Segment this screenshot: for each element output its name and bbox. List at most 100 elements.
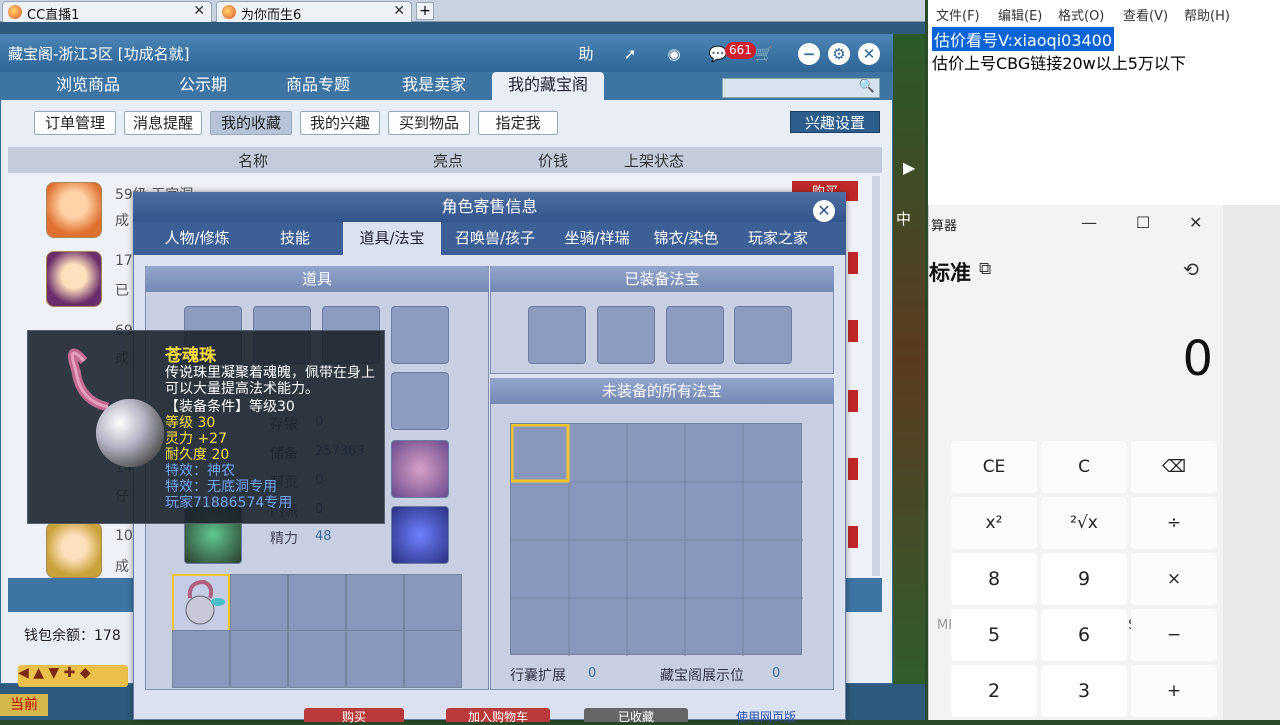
key-2[interactable]: 2: [951, 665, 1037, 717]
browser-tab-1[interactable]: CC直播1 ✕: [2, 1, 212, 23]
item-slot[interactable]: [391, 306, 449, 364]
sub-tab-designated[interactable]: 指定我: [478, 111, 558, 135]
pearl-item-icon[interactable]: [172, 574, 230, 632]
browser-tab-label: CC直播1: [27, 8, 80, 23]
nav-public[interactable]: 公示期: [160, 72, 246, 100]
web-version-link[interactable]: 使用网页版: [736, 708, 796, 725]
necklace-item-icon[interactable]: [391, 372, 449, 430]
red-marker: [848, 526, 858, 548]
key-8[interactable]: 8: [951, 553, 1037, 605]
settings-gear-icon[interactable]: ⚙: [828, 43, 850, 65]
sub-tab-orders[interactable]: 订单管理: [34, 111, 116, 135]
search-icon[interactable]: 🔍: [859, 79, 875, 94]
key-divide[interactable]: ÷: [1131, 497, 1217, 549]
tab-mounts[interactable]: 坐骑/祥瑞: [547, 222, 647, 255]
tab-character[interactable]: 人物/修炼: [145, 222, 249, 255]
key-multiply[interactable]: ×: [1131, 553, 1217, 605]
sub-tab-messages[interactable]: 消息提醒: [124, 111, 202, 135]
inventory-cell[interactable]: [288, 574, 346, 632]
key-backspace[interactable]: ⌫: [1131, 441, 1217, 493]
history-icon[interactable]: ⟲: [1183, 259, 1199, 281]
new-tab-button[interactable]: +: [416, 2, 434, 20]
key-square[interactable]: x²: [951, 497, 1037, 549]
share-icon[interactable]: ➚: [618, 42, 642, 66]
inventory-cell[interactable]: [172, 630, 230, 688]
menu-format[interactable]: 格式(O): [1058, 5, 1104, 24]
tab-items[interactable]: 道具/法宝: [343, 222, 441, 255]
minimize-icon[interactable]: —: [1081, 213, 1097, 232]
tab-skills[interactable]: 技能: [253, 222, 337, 255]
inventory-cell[interactable]: [404, 574, 462, 632]
list-scrollbar[interactable]: [872, 176, 880, 576]
menu-file[interactable]: 文件(F): [936, 5, 980, 24]
key-3[interactable]: 3: [1041, 665, 1127, 717]
nav-seller[interactable]: 我是卖家: [386, 72, 482, 100]
unequipped-header: 未装备的所有法宝: [490, 378, 834, 404]
sub-tab-bought[interactable]: 买到物品: [388, 111, 470, 135]
tab-home[interactable]: 玩家之家: [733, 222, 823, 255]
interest-settings-button[interactable]: 兴趣设置: [790, 111, 880, 133]
key-c[interactable]: C: [1041, 441, 1127, 493]
key-9[interactable]: 9: [1041, 553, 1127, 605]
tooltip-stat: 等级 30: [165, 415, 216, 431]
menu-help[interactable]: 帮助(H): [1184, 5, 1230, 24]
inventory-cell[interactable]: [346, 574, 404, 632]
equipped-slot[interactable]: [666, 306, 724, 364]
close-icon[interactable]: ✕: [1189, 213, 1202, 232]
calc-title: 算器: [931, 219, 958, 234]
equipped-slot[interactable]: [597, 306, 655, 364]
equipped-slot[interactable]: [734, 306, 792, 364]
keep-on-top-icon[interactable]: ⧉: [979, 259, 991, 279]
calc-display: 0: [1182, 331, 1213, 387]
cart-icon[interactable]: 🛒: [752, 42, 776, 66]
close-tab-icon[interactable]: ✕: [393, 3, 405, 19]
notepad-line-2[interactable]: 估价上号CBG链接20w以上5万以下: [932, 50, 1186, 74]
stat-value: 48: [315, 529, 332, 544]
avatar[interactable]: [46, 182, 102, 238]
inventory-cell[interactable]: [346, 630, 404, 688]
avatar[interactable]: [46, 522, 102, 578]
game-toolbar[interactable]: ◀ ▲ ▼ ✚ ◆: [18, 665, 128, 687]
key-6[interactable]: 6: [1041, 609, 1127, 661]
boots-item-icon[interactable]: [391, 506, 449, 564]
key-plus[interactable]: +: [1131, 665, 1217, 717]
inventory-cell[interactable]: [230, 630, 288, 688]
tab-pets[interactable]: 召唤兽/孩子: [443, 222, 547, 255]
close-button[interactable]: ✕: [858, 43, 880, 65]
nav-my-treasure[interactable]: 我的藏宝阁: [492, 72, 604, 100]
key-sqrt[interactable]: ²√x: [1041, 497, 1127, 549]
menu-edit[interactable]: 编辑(E): [998, 5, 1042, 24]
search-input[interactable]: 🔍: [722, 78, 880, 98]
notepad-line-1[interactable]: 估价看号V:xiaoqi03400: [932, 27, 1115, 51]
helper-icon[interactable]: 助: [574, 42, 598, 66]
side-text: 中: [896, 210, 912, 228]
browser-tab-2[interactable]: 为你而生6 ✕: [216, 1, 412, 23]
key-minus[interactable]: −: [1131, 609, 1217, 661]
nav-topics[interactable]: 商品专题: [270, 72, 366, 100]
key-ce[interactable]: CE: [951, 441, 1037, 493]
bag-expand-value: 0: [588, 666, 597, 681]
inventory-cell[interactable]: [230, 574, 288, 632]
notepad-window: 文件(F) 编辑(E) 格式(O) 查看(V) 帮助(H) 估价看号V:xiao…: [928, 0, 1280, 205]
sub-tab-favorites[interactable]: 我的收藏: [210, 111, 292, 135]
sub-tab-interests[interactable]: 我的兴趣: [300, 111, 380, 135]
key-5[interactable]: 5: [951, 609, 1037, 661]
pearl-icon: [67, 348, 164, 467]
minimize-button[interactable]: −: [798, 43, 820, 65]
inventory-cell[interactable]: [288, 630, 346, 688]
treasure-title-bar: 藏宝阁-浙江3区 [功成名就] 助 ➚ ◉ 💬 🛒 − ⚙ ✕: [0, 34, 893, 72]
avatar[interactable]: [46, 251, 102, 307]
nav-browse[interactable]: 浏览商品: [40, 72, 136, 100]
armor-item-icon[interactable]: [391, 440, 449, 498]
play-arrow-icon[interactable]: ▶: [903, 158, 919, 182]
equipped-slot[interactable]: [528, 306, 586, 364]
current-channel-button[interactable]: 当前: [0, 694, 48, 716]
maximize-icon[interactable]: ☐: [1136, 213, 1150, 232]
calc-mode: 标准: [929, 261, 971, 285]
tab-outfits[interactable]: 锦衣/染色: [639, 222, 733, 255]
menu-view[interactable]: 查看(V): [1123, 5, 1168, 24]
inventory-cell[interactable]: [404, 630, 462, 688]
dialog-close-icon[interactable]: ✕: [813, 200, 835, 222]
record-icon[interactable]: ◉: [662, 42, 686, 66]
close-tab-icon[interactable]: ✕: [193, 3, 205, 19]
